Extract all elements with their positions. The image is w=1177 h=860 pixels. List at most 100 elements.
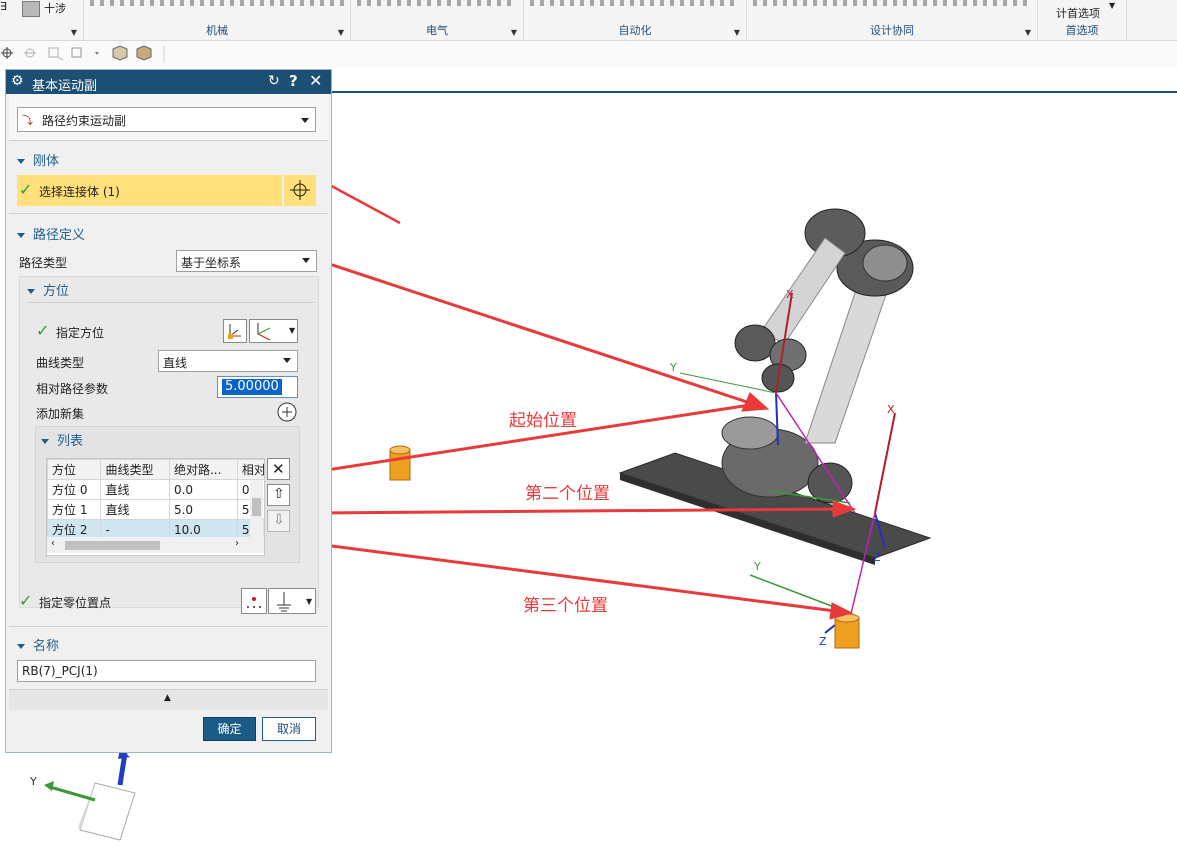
chevron-down-icon[interactable]: ▼ [511,28,517,37]
step-button-label: 十涉 [44,2,66,15]
triad-2-x-axis [874,412,896,514]
curve-type-value: 直线 [163,356,188,370]
close-icon[interactable]: ✕ [309,71,322,90]
ribbon-group-electrical[interactable]: 电气 ▼ [351,0,524,40]
axis-label-y: Y [753,560,761,573]
box-view-icon[interactable] [112,45,128,61]
chevron-down-icon[interactable]: ▼ [1025,28,1031,37]
ribbon-group-mechanical[interactable]: 机械 ▼ [84,0,351,40]
table-cell: 直线 [100,499,170,520]
ribbon-group-preferences[interactable]: 计首选项 ▼ 首选项 [1038,0,1127,40]
path-type-value: 基于坐标系 [181,256,242,270]
table-header[interactable]: 方位 [47,459,102,480]
curve-type-select[interactable]: 直线 [158,350,298,372]
cancel-button[interactable]: 取消 [262,717,316,741]
dialog-title-bar: ⚙ 基本运动副 ↻ ? ✕ [6,70,331,94]
table-horizontal-scrollbar[interactable]: ‹ › [47,537,264,553]
snap-dropdown-icon[interactable] [71,47,99,58]
point-icon [247,597,261,608]
table-header[interactable]: 曲线类型 [100,459,170,480]
arrow-up-icon: ⇧ [273,486,285,502]
ribbon-group-label: 首选项 [1065,24,1099,37]
ribbon-group-automation[interactable]: 自动化 ▼ [524,0,747,40]
gear-icon: ⚙ [11,73,24,89]
joint-type-value: 路径约束运动副 [42,114,127,128]
relative-param-value: 5.00000 [222,379,282,395]
axis-label-y: Y [29,775,37,788]
joint-type-select[interactable]: ⤵ 路径约束运动副 [17,107,316,132]
path-joint-icon: ⤵ [22,114,33,127]
label-start-position: 起始位置 [509,411,577,431]
section-orientation[interactable]: 方位 [27,280,69,299]
ribbon-group-step[interactable]: 十涉 ∃ ▼ [0,0,84,40]
robot-wrist-joint [734,324,776,362]
specify-orientation-label: 指定方位 [56,326,105,340]
cancel-button-label: 取消 [276,722,301,736]
csys-inferred-select[interactable]: ▼ [249,319,298,343]
table-header[interactable]: 绝对路... [168,459,238,480]
path-type-select[interactable]: 基于坐标系 [176,250,317,272]
robot-forearm [759,237,846,344]
help-icon[interactable]: ? [289,72,298,90]
ribbon-group-label: 电气 [426,24,448,37]
delete-row-button[interactable]: ✕ [267,458,290,480]
scroll-left-icon[interactable]: ‹ [51,538,55,549]
ribbon-group-design-collab[interactable]: 设计协同 ▼ [747,0,1038,40]
chevron-down-icon[interactable]: ▼ [734,28,740,37]
checkmark-icon: ✓ [19,180,33,199]
select-crosshair-button[interactable] [284,175,316,206]
marker-cylinder-left [389,445,411,481]
ok-button[interactable]: 确定 [203,717,256,741]
label-second-position: 第二个位置 [525,484,610,504]
add-circle-icon [277,402,297,422]
quick-toolbar-icons [1,45,165,62]
chevron-up-icon: ▲ [164,693,171,703]
graphics-viewport[interactable]: X Y X Z Y Z [330,93,1177,860]
snap-point-icon[interactable] [1,47,13,59]
table-vertical-scrollbar[interactable] [250,480,263,537]
ribbon-group-label: 自动化 [618,24,652,37]
ok-button-label: 确定 [217,722,242,736]
axis-label-y: Y [669,361,677,374]
relative-param-input[interactable]: 5.00000 [217,376,298,398]
scrollbar-thumb[interactable] [65,541,160,550]
section-rigid-body[interactable]: 刚体 [17,150,59,169]
point-inferred-select[interactable]: ▼ [268,588,316,614]
csys-dialog-button[interactable] [223,319,247,343]
section-rigid-label: 刚体 [33,154,60,169]
quick-toolbar [0,41,1177,67]
preferences-button-label[interactable]: 计首选项 [1056,5,1100,21]
axis-label-z: Z [873,551,881,564]
close-icon: ✕ [272,460,285,478]
table-header-row: 方位 曲线类型 绝对路... 相对路 [47,459,264,480]
box-shaded-icon[interactable] [136,45,152,61]
table-row[interactable]: 方位 0 直线 0.0 0.0 [47,479,264,500]
add-new-set-label: 添加新集 [36,407,85,421]
point-dialog-button[interactable] [241,588,267,614]
table-row[interactable]: 方位 1 直线 5.0 5.0 [47,499,264,520]
section-name[interactable]: 名称 [17,635,59,654]
scroll-right-icon[interactable]: › [235,538,239,549]
section-path-definition[interactable]: 路径定义 [17,224,85,243]
table-header[interactable]: 相对路 [236,459,264,480]
snap-midpoint-icon[interactable] [24,48,36,58]
checkmark-icon: ✓ [36,321,50,340]
path-type-label: 路径类型 [19,256,68,270]
name-input[interactable]: RB(7)_PCJ(1) [17,660,316,682]
ribbon-bar: 十涉 ∃ ▼ 机械 ▼ 电气 ▼ 自动化 ▼ 设计协同 ▼ 计首选项 ▼ 首选项 [0,0,1177,41]
chevron-down-icon[interactable]: ▼ [1109,1,1115,10]
add-new-set-button[interactable] [276,401,298,423]
chevron-down-icon: ▼ [70,28,77,37]
reset-icon[interactable]: ↻ [268,73,280,89]
chevron-down-icon[interactable]: ▼ [338,28,344,37]
move-up-button[interactable]: ⇧ [267,484,290,506]
snap-object-icon[interactable] [48,47,64,61]
move-down-button[interactable]: ⇩ [267,510,290,532]
more-options-toggle[interactable]: ▲ [9,689,328,710]
section-orientation-label: 方位 [43,284,70,299]
section-list[interactable]: 列表 [41,430,83,449]
joint-dialog: ⚙ 基本运动副 ↻ ? ✕ ⤵ 路径约束运动副 刚体 ✓ 选择连接体 (1) 路… [5,69,332,753]
select-connected-body[interactable]: ✓ 选择连接体 (1) [17,175,282,206]
ribbon-edge-mark: ∃ [0,0,7,13]
curve-type-label: 曲线类型 [36,356,85,370]
